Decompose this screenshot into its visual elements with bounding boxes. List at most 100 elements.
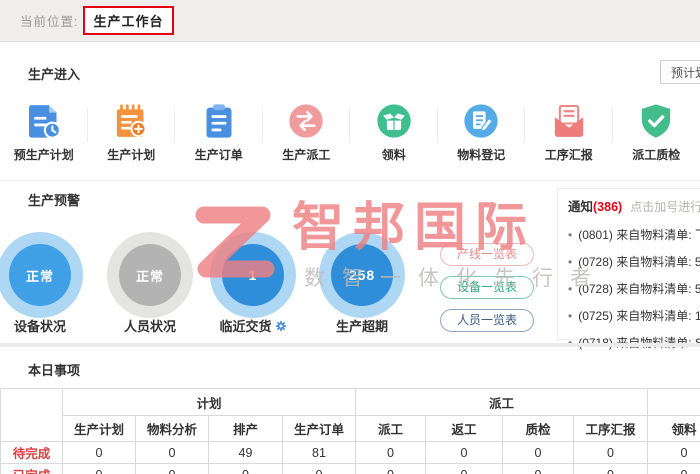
notification-item[interactable]: (0725) 来自物料清单: 1/ xyxy=(568,303,700,330)
gauge-value[interactable]: 258 xyxy=(331,244,393,306)
doc-pencil-icon xyxy=(461,100,501,142)
col-header: 生产计划 xyxy=(63,416,136,442)
notification-item[interactable]: (0801) 来自物料清单: 飞 xyxy=(568,222,700,249)
gauge-value[interactable]: 正常 xyxy=(119,244,181,306)
done-value-cell[interactable]: 0 xyxy=(503,464,574,474)
entry-item-production-dispatch[interactable]: 生产派工 xyxy=(263,94,351,164)
col-header: 工序汇报 xyxy=(574,416,648,442)
table-corner-cell xyxy=(1,389,63,442)
notifications-count-badge: (386) xyxy=(593,200,622,214)
today-summary-table: 计划 派工 生产计划 物料分析 排产 生产订单 派工 返工 质检 工序汇报 领料… xyxy=(0,388,700,474)
today-section-title: 本日事项 xyxy=(28,360,80,379)
section-divider xyxy=(0,180,700,181)
gauge-ring: 1 xyxy=(210,232,296,318)
breadcrumb-bar: 当前位置: 生产工作台 xyxy=(0,0,700,42)
col-header: 领料 xyxy=(648,416,700,442)
group-header-plan: 计划 xyxy=(63,389,356,416)
gauge-value[interactable]: 正常 xyxy=(9,244,71,306)
personnel-list-button[interactable]: 人员一览表 xyxy=(440,309,534,332)
gauge-ring: 正常 xyxy=(0,232,83,318)
entry-item-label: 生产计划 xyxy=(107,146,155,163)
entry-item-production-plan[interactable]: 生产计划 xyxy=(88,94,176,164)
doc-clock-icon xyxy=(24,100,64,142)
clipboard-icon xyxy=(199,100,239,142)
col-header: 派工 xyxy=(356,416,426,442)
pending-value-cell[interactable]: 0 xyxy=(503,442,574,464)
notification-item[interactable]: (0728) 来自物料清单: 55 xyxy=(568,249,700,276)
pending-value-cell[interactable]: 0 xyxy=(136,442,209,464)
shield-check-icon xyxy=(636,100,676,142)
gauge-label: 设备状况 xyxy=(14,319,66,334)
section-divider xyxy=(0,343,700,347)
mail-report-icon xyxy=(549,100,589,142)
gauge-label: 人员状况 xyxy=(124,319,176,334)
pending-value-cell[interactable]: 0 xyxy=(426,442,503,464)
notification-item[interactable]: (0728) 来自物料清单: 55 xyxy=(568,276,700,303)
gauge-ring: 正常 xyxy=(107,232,193,318)
row-label-done: 已完成 xyxy=(1,464,63,474)
equipment-list-button[interactable]: 设备一览表 xyxy=(440,276,534,299)
gauge-value[interactable]: 1 xyxy=(222,244,284,306)
production-workbench-page: 当前位置: 生产工作台 生产进入 预计划 预生产计划 生产计划 生产订单 xyxy=(0,0,700,474)
warning-section-title: 生产预警 xyxy=(28,190,80,209)
col-header: 质检 xyxy=(503,416,574,442)
entry-item-label: 派工质检 xyxy=(632,146,680,163)
done-value-cell[interactable]: 0 xyxy=(63,464,136,474)
entry-item-material-register[interactable]: 物料登记 xyxy=(438,94,526,164)
gauge-near-delivery: 1 临近交货 xyxy=(210,232,296,318)
breadcrumb-current-highlighted: 生产工作台 xyxy=(83,6,173,35)
notifications-list: (0801) 来自物料清单: 飞 (0728) 来自物料清单: 55 (0728… xyxy=(568,222,700,357)
gauge-equipment-status: 正常 设备状况 xyxy=(0,232,83,318)
row-label-pending: 待完成 xyxy=(1,442,63,464)
col-header: 返工 xyxy=(426,416,503,442)
gauge-label: 临近交货 xyxy=(219,319,271,334)
done-value-cell[interactable]: 0 xyxy=(648,464,700,474)
pending-value-cell[interactable]: 0 xyxy=(356,442,426,464)
entry-item-label: 工序汇报 xyxy=(545,146,593,163)
notifications-hint: 点击加号进行通知 xyxy=(630,198,700,215)
table-row-done: 已完成 0 0 0 0 0 0 0 0 0 xyxy=(1,464,700,474)
entry-item-pre-production-plan[interactable]: 预生产计划 xyxy=(0,94,88,164)
col-header: 排产 xyxy=(209,416,283,442)
entry-item-production-order[interactable]: 生产订单 xyxy=(175,94,263,164)
done-value-cell[interactable]: 0 xyxy=(136,464,209,474)
table-row-pending: 待完成 0 0 49 81 0 0 0 0 0 xyxy=(1,442,700,464)
pre-plan-button[interactable]: 预计划 xyxy=(660,60,700,84)
gauge-personnel-status: 正常 人员状况 xyxy=(107,232,193,318)
done-value-cell[interactable]: 0 xyxy=(283,464,356,474)
pending-value-cell[interactable]: 0 xyxy=(574,442,648,464)
entry-icon-row: 预生产计划 生产计划 生产订单 生产派工 领料 xyxy=(0,94,700,164)
transfer-arrows-icon xyxy=(286,100,326,142)
breadcrumb-label: 当前位置: xyxy=(20,11,78,30)
group-header-dispatch: 派工 xyxy=(356,389,648,416)
entry-item-label: 生产订单 xyxy=(195,146,243,163)
entry-item-label: 预生产计划 xyxy=(14,146,74,163)
done-value-cell[interactable]: 0 xyxy=(356,464,426,474)
pending-value-cell[interactable]: 0 xyxy=(648,442,700,464)
entry-item-label: 物料登记 xyxy=(457,146,505,163)
entry-item-dispatch-qc[interactable]: 派工质检 xyxy=(613,94,700,164)
gauge-production-overdue: 258 生产超期 xyxy=(319,232,405,318)
pending-value-cell[interactable]: 0 xyxy=(63,442,136,464)
gauge-ring: 258 xyxy=(319,232,405,318)
done-value-cell[interactable]: 0 xyxy=(574,464,648,474)
entry-item-label: 领料 xyxy=(382,146,406,163)
entry-section-title: 生产进入 xyxy=(28,64,80,83)
notifications-title: 通知 xyxy=(568,196,593,215)
gear-icon[interactable] xyxy=(272,319,287,334)
calendar-plus-icon xyxy=(111,100,151,142)
entry-item-material-picking[interactable]: 领料 xyxy=(350,94,438,164)
gauge-label: 生产超期 xyxy=(336,319,388,334)
col-header: 生产订单 xyxy=(283,416,356,442)
production-line-list-button[interactable]: 产线一览表 xyxy=(440,243,534,266)
done-value-cell[interactable]: 0 xyxy=(209,464,283,474)
group-header-clipped xyxy=(648,389,700,416)
pending-value-cell: 81 xyxy=(283,442,356,464)
entry-item-label: 生产派工 xyxy=(282,146,330,163)
open-box-icon xyxy=(374,100,414,142)
entry-item-process-report[interactable]: 工序汇报 xyxy=(525,94,613,164)
pending-value-cell[interactable]: 49 xyxy=(209,442,283,464)
notifications-panel: 通知 (386) 点击加号进行通知 (0801) 来自物料清单: 飞 (0728… xyxy=(557,188,700,340)
col-header: 物料分析 xyxy=(136,416,209,442)
done-value-cell[interactable]: 0 xyxy=(426,464,503,474)
